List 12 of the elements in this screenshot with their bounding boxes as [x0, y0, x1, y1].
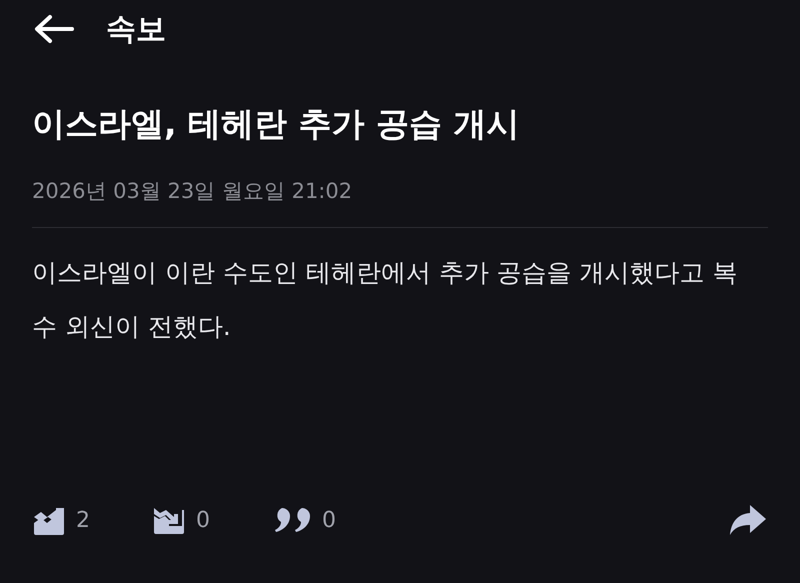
chart-up-icon[interactable]: [32, 505, 66, 535]
back-button[interactable]: [32, 14, 76, 44]
page-title: 속보: [106, 10, 166, 48]
headline: 이스라엘, 테헤란 추가 공습 개시: [32, 103, 520, 145]
count: 0: [322, 508, 336, 532]
share-icon[interactable]: [728, 503, 768, 537]
count: 2: [76, 508, 90, 532]
article-body: 이스라엘이 이란 수도인 테헤란에서 추가 공습을 개시했다고 복수 외신이 전했다.: [32, 257, 739, 343]
back-arrow-icon: [32, 14, 76, 44]
quote-icon[interactable]: [272, 506, 312, 534]
count: 0: [196, 508, 210, 532]
date: 2026년 03월 23일 월요일 21:02: [32, 178, 354, 205]
